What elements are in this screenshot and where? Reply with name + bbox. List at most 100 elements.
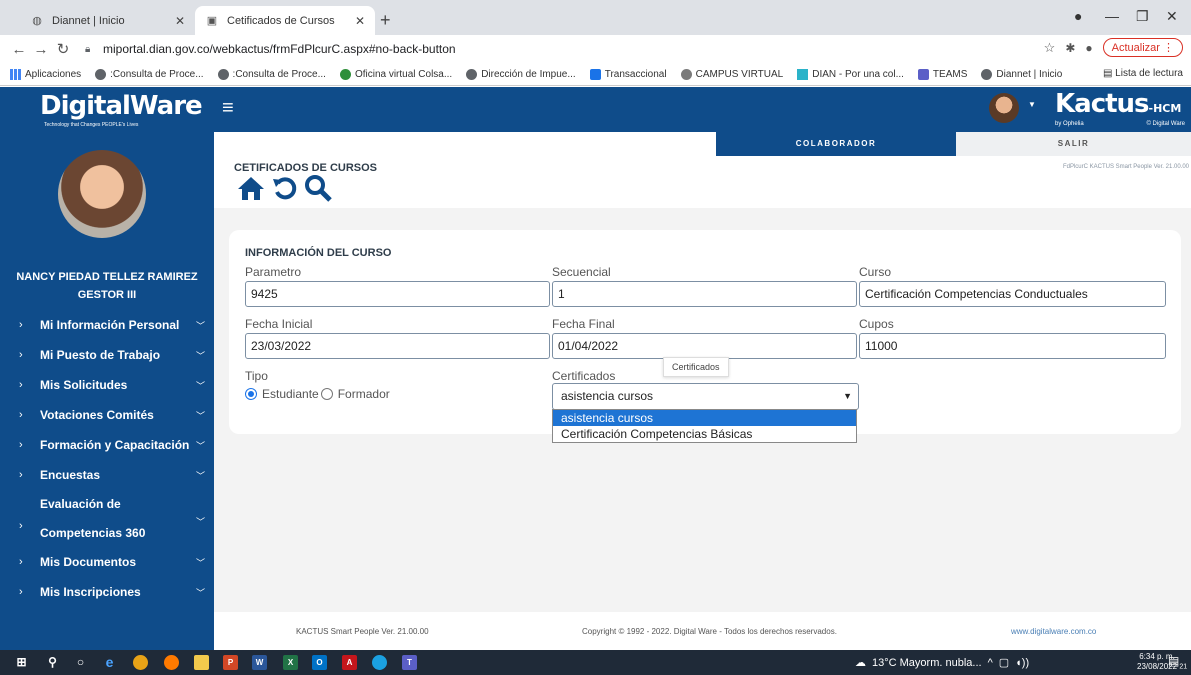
certificados-select[interactable]: asistencia cursos ▼ bbox=[552, 383, 859, 410]
browser-toolbar: ← → ↻ 🔒︎ miportal.dian.gov.co/webkactus/… bbox=[0, 35, 1191, 63]
weather-icon[interactable]: ☁ bbox=[855, 656, 866, 669]
bookmark-teams[interactable]: TEAMS bbox=[917, 68, 967, 80]
parametro-field[interactable]: 9425 bbox=[245, 281, 550, 307]
dropdown-option[interactable]: asistencia cursos bbox=[553, 410, 856, 426]
bookmark-diannet[interactable]: Diannet | Inicio bbox=[981, 68, 1062, 80]
sidebar-item-evaluacion[interactable]: › Evaluación de Competencias 360 ﹀ bbox=[0, 490, 214, 547]
reload-icon[interactable]: ↻ bbox=[52, 40, 74, 58]
tray-overflow-icon[interactable]: ^ bbox=[988, 657, 993, 669]
window-close-icon[interactable]: ✕ bbox=[1166, 8, 1178, 25]
bookmark-colsa[interactable]: Oficina virtual Colsa... bbox=[339, 68, 452, 80]
forward-icon[interactable]: → bbox=[30, 41, 52, 58]
chevron-down-icon: ﹀ bbox=[195, 557, 205, 568]
version-label: FdPlcurC KACTUS Smart People Ver. 21.00.… bbox=[1062, 164, 1189, 170]
edge-icon[interactable] bbox=[372, 655, 387, 670]
chevron-right-icon: › bbox=[19, 556, 23, 568]
cupos-field[interactable]: 11000 bbox=[859, 333, 1166, 359]
page-actions bbox=[236, 174, 332, 202]
profile-icon[interactable]: ● bbox=[1085, 41, 1092, 55]
bookmarks-bar: Aplicaciones :Consulta de Proce... :Cons… bbox=[0, 63, 1191, 86]
search-icon[interactable]: ⚲ bbox=[45, 655, 60, 670]
extensions-icon[interactable]: ✱ bbox=[1065, 41, 1075, 55]
weather-text[interactable]: 13°C Mayorm. nubla... bbox=[872, 657, 982, 669]
teams-icon bbox=[917, 68, 929, 80]
footer: KACTUS Smart People Ver. 21.00.00 Copyri… bbox=[214, 612, 1191, 650]
secuencial-field[interactable]: 1 bbox=[552, 281, 857, 307]
parametro-label: Parametro bbox=[245, 265, 302, 279]
notification-center-icon[interactable]: ▤21 bbox=[1168, 654, 1187, 670]
sidebar-item-solicitudes[interactable]: › Mis Solicitudes ﹀ bbox=[0, 370, 214, 400]
acrobat-icon[interactable]: A bbox=[342, 655, 357, 670]
tipo-label: Tipo bbox=[245, 369, 268, 383]
chevron-down-icon[interactable]: ▼ bbox=[1028, 100, 1036, 109]
fecha-inicial-label: Fecha Inicial bbox=[245, 317, 313, 331]
file-explorer-icon[interactable] bbox=[194, 655, 209, 670]
colsubsidio-icon bbox=[339, 68, 351, 80]
bookmark-direccion[interactable]: Dirección de Impue... bbox=[466, 68, 576, 80]
chevron-right-icon: › bbox=[19, 520, 23, 532]
bookmark-consulta-1[interactable]: :Consulta de Proce... bbox=[95, 68, 204, 80]
avatar[interactable] bbox=[989, 93, 1019, 123]
estudiante-radio[interactable] bbox=[245, 388, 257, 400]
fecha-inicial-field[interactable]: 23/03/2022 bbox=[245, 333, 550, 359]
new-tab-button[interactable]: + bbox=[380, 10, 391, 31]
sidebar-item-documentos[interactable]: › Mis Documentos ﹀ bbox=[0, 547, 214, 577]
brand-tagline: Technology that Changes PEOPLE's Lives bbox=[44, 122, 139, 128]
sidebar-item-inscripciones[interactable]: › Mis Inscripciones ﹀ bbox=[0, 577, 214, 607]
sidebar-item-votaciones[interactable]: › Votaciones Comités ﹀ bbox=[0, 400, 214, 430]
fecha-final-field[interactable]: 01/04/2022 bbox=[552, 333, 857, 359]
chevron-down-icon: ﹀ bbox=[195, 350, 205, 361]
taskbar: ⊞ ⚲ ○ e P W X O A T ☁ 13°C Mayorm. nubla… bbox=[0, 650, 1191, 675]
star-icon[interactable]: ☆ bbox=[1044, 40, 1056, 56]
chevron-down-icon: ﹀ bbox=[195, 470, 205, 481]
address-bar[interactable]: 🔒︎ miportal.dian.gov.co/webkactus/frmFdP… bbox=[85, 39, 1125, 59]
tab-colaborador[interactable]: COLABORADOR bbox=[716, 132, 956, 156]
bookmark-consulta-2[interactable]: :Consulta de Proce... bbox=[217, 68, 326, 80]
outlook-icon[interactable]: O bbox=[312, 655, 327, 670]
task-view-icon[interactable]: ○ bbox=[73, 655, 88, 670]
home-icon[interactable] bbox=[236, 175, 266, 201]
firefox-icon[interactable] bbox=[164, 655, 179, 670]
undo-icon[interactable] bbox=[272, 175, 298, 201]
back-icon[interactable]: ← bbox=[8, 41, 30, 58]
bookmark-campus[interactable]: CAMPUS VIRTUAL bbox=[680, 68, 783, 80]
teams-icon[interactable]: T bbox=[402, 655, 417, 670]
chevron-down-icon: ﹀ bbox=[195, 320, 205, 331]
sidebar-item-encuestas[interactable]: › Encuestas ﹀ bbox=[0, 460, 214, 490]
reading-list[interactable]: ▤ Lista de lectura bbox=[1103, 68, 1183, 79]
footer-version: KACTUS Smart People Ver. 21.00.00 bbox=[296, 627, 429, 636]
minimize-icon[interactable]: — bbox=[1105, 8, 1119, 24]
digitalware-logo[interactable]: DigitalWare bbox=[40, 91, 203, 121]
bookmark-transaccional[interactable]: Transaccional bbox=[589, 68, 667, 80]
tab-salir[interactable]: SALIR bbox=[956, 132, 1191, 156]
curso-field[interactable]: Certificación Competencias Conductuales bbox=[859, 281, 1166, 307]
excel-icon[interactable]: X bbox=[283, 655, 298, 670]
sidebar-item-formacion[interactable]: › Formación y Capacitación ﹀ bbox=[0, 430, 214, 460]
network-icon[interactable]: ▢ bbox=[999, 656, 1009, 669]
edge-legacy-icon[interactable]: e bbox=[102, 655, 117, 670]
bank-icon bbox=[589, 68, 601, 80]
chrome-icon[interactable] bbox=[133, 655, 148, 670]
volume-icon[interactable]: ◖)) bbox=[1015, 657, 1029, 669]
restore-icon[interactable]: ❐ bbox=[1136, 8, 1149, 25]
word-icon[interactable]: W bbox=[252, 655, 267, 670]
browser-tab-certificados[interactable]: ▣ Cetificados de Cursos ✕ bbox=[195, 6, 375, 35]
hamburger-menu-icon[interactable]: ≡ bbox=[222, 97, 234, 120]
sidebar-item-puesto-trabajo[interactable]: › Mi Puesto de Trabajo ﹀ bbox=[0, 340, 214, 370]
update-button[interactable]: Actualizar ⋮ bbox=[1102, 38, 1183, 57]
globe-icon bbox=[217, 68, 229, 80]
powerpoint-icon[interactable]: P bbox=[223, 655, 238, 670]
close-icon[interactable]: ✕ bbox=[175, 14, 185, 28]
close-icon[interactable]: ✕ bbox=[355, 14, 365, 28]
windows-start-icon[interactable]: ⊞ bbox=[14, 655, 29, 670]
footer-website-link[interactable]: www.digitalware.com.co bbox=[1011, 627, 1096, 636]
bookmark-dian[interactable]: DIAN - Por una col... bbox=[797, 68, 904, 80]
browser-tab-diannet[interactable]: ◍ Diannet | Inicio ✕ bbox=[20, 6, 195, 35]
sidebar-item-informacion-personal[interactable]: › Mi Información Personal ﹀ bbox=[0, 310, 214, 340]
profile-dot-icon[interactable]: ● bbox=[1074, 8, 1082, 24]
chevron-down-icon: ▼ bbox=[843, 391, 852, 401]
formador-radio[interactable] bbox=[320, 388, 333, 400]
bookmark-aplicaciones[interactable]: Aplicaciones bbox=[10, 68, 81, 80]
search-icon[interactable] bbox=[304, 174, 332, 202]
dropdown-option[interactable]: Certificación Competencias Básicas bbox=[553, 426, 856, 442]
